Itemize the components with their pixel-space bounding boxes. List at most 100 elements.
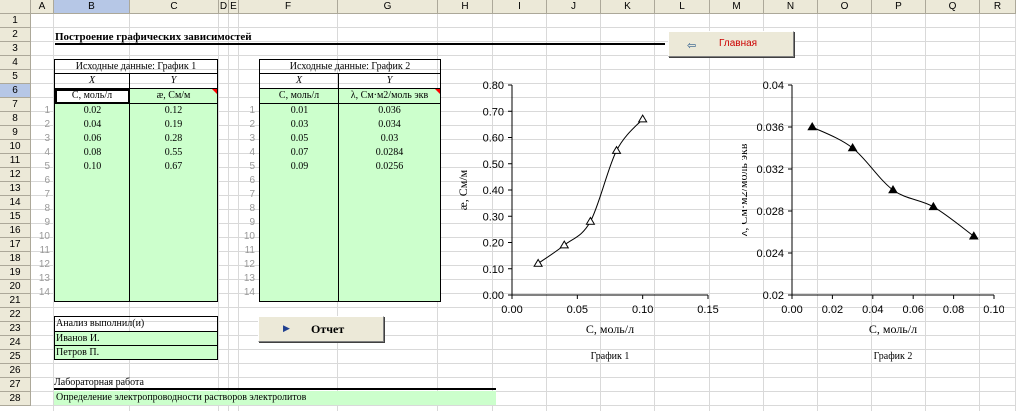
table-x-value[interactable]: 0.04 <box>55 118 130 132</box>
select-all-corner[interactable] <box>0 0 31 14</box>
data-point <box>928 201 939 211</box>
column-header-p[interactable]: P <box>872 0 926 14</box>
table-x-value[interactable]: 0.05 <box>260 132 339 146</box>
column-header-r[interactable]: R <box>980 0 1016 14</box>
author-2[interactable]: Петров П. <box>55 346 217 359</box>
x-tick-label: 0.05 <box>567 304 588 316</box>
table-x-value[interactable]: 0.09 <box>260 160 339 174</box>
row-header-28[interactable]: 28 <box>0 392 31 406</box>
row-header-7[interactable]: 7 <box>0 98 31 112</box>
row-index: 4 <box>44 147 50 158</box>
table-x-value[interactable]: 0.02 <box>55 104 130 118</box>
row-header-15[interactable]: 15 <box>0 210 31 224</box>
column-header-i[interactable]: I <box>493 0 547 14</box>
y-tick-label: 0.60 <box>483 133 504 145</box>
row-header-10[interactable]: 10 <box>0 140 31 154</box>
table-x-value[interactable]: 0.07 <box>260 146 339 160</box>
row-index: 1 <box>44 105 50 116</box>
row-index: 10 <box>38 231 50 242</box>
row-header-2[interactable]: 2 <box>0 28 31 42</box>
row-header-11[interactable]: 11 <box>0 154 31 168</box>
table-y-value[interactable]: 0.67 <box>130 160 217 174</box>
row-header-4[interactable]: 4 <box>0 56 31 70</box>
author-1[interactable]: Иванов И. <box>55 332 217 346</box>
table-y-value[interactable]: 0.03 <box>339 132 440 146</box>
row-header-14[interactable]: 14 <box>0 196 31 210</box>
row-header-6[interactable]: 6 <box>0 84 31 98</box>
y-tick-label: 0.036 <box>756 122 784 134</box>
row-header-17[interactable]: 17 <box>0 238 31 252</box>
row-header-19[interactable]: 19 <box>0 266 31 280</box>
y-tick-label: 0.024 <box>756 248 784 260</box>
main-button[interactable]: ⇦ Главная <box>668 31 794 57</box>
table-y-value[interactable]: 0.28 <box>130 132 217 146</box>
column-header-g[interactable]: G <box>338 0 438 14</box>
column-header-k[interactable]: K <box>601 0 655 14</box>
row-header-26[interactable]: 26 <box>0 364 31 378</box>
row-header-25[interactable]: 25 <box>0 350 31 364</box>
column-header-n[interactable]: N <box>764 0 818 14</box>
column-header-l[interactable]: L <box>655 0 710 14</box>
row-header-21[interactable]: 21 <box>0 294 31 308</box>
table-y-value[interactable]: 0.12 <box>130 104 217 118</box>
table-x-value[interactable]: 0.06 <box>55 132 130 146</box>
data-point <box>847 143 858 152</box>
table-x-value[interactable]: 0.08 <box>55 146 130 160</box>
column-header-m[interactable]: M <box>710 0 764 14</box>
data-point <box>611 145 622 154</box>
column-header-b[interactable]: B <box>54 0 130 14</box>
row-header-27[interactable]: 27 <box>0 378 31 392</box>
x-tick-label: 0.02 <box>822 304 843 316</box>
table-y-value[interactable]: 0.55 <box>130 146 217 160</box>
column-header-o[interactable]: O <box>818 0 872 14</box>
row-index: 13 <box>243 273 255 284</box>
row-header-5[interactable]: 5 <box>0 70 31 84</box>
column-header-e[interactable]: E <box>229 0 239 14</box>
row-header-8[interactable]: 8 <box>0 112 31 126</box>
chart-2[interactable]: 0.02 0.024 0.028 0.032 0.036 0.04 0.00 0.02 0.04… <box>742 70 1004 370</box>
table-y-value[interactable]: 0.19 <box>130 118 217 132</box>
table-x-value[interactable]: 0.03 <box>260 118 339 132</box>
row-header-13[interactable]: 13 <box>0 182 31 196</box>
y-tick-label: 0.50 <box>483 159 504 171</box>
x-tick-label: 0.00 <box>501 304 522 316</box>
row-header-9[interactable]: 9 <box>0 126 31 140</box>
column-header-c[interactable]: C <box>130 0 219 14</box>
column-header-a[interactable]: A <box>31 0 54 14</box>
row-header-1[interactable]: 1 <box>0 14 31 28</box>
row-index: 2 <box>249 119 255 130</box>
row-header-16[interactable]: 16 <box>0 224 31 238</box>
row-header-20[interactable]: 20 <box>0 280 31 294</box>
table2-x-unit[interactable]: C, моль/л <box>260 89 339 104</box>
row-index: 8 <box>249 203 255 214</box>
table-x-value[interactable]: 0.10 <box>55 160 130 174</box>
row-index: 14 <box>38 287 50 298</box>
table-y-value[interactable]: 0.036 <box>339 104 440 118</box>
row-header-24[interactable]: 24 <box>0 336 31 350</box>
report-button[interactable]: ▶ Отчет <box>258 316 384 342</box>
row-header-23[interactable]: 23 <box>0 322 31 336</box>
table-y-value[interactable]: 0.0256 <box>339 160 440 174</box>
table-y-value[interactable]: 0.034 <box>339 118 440 132</box>
column-header-h[interactable]: H <box>438 0 493 14</box>
grid-line <box>238 14 239 411</box>
authors-block: Анализ выполнил(и) Иванов И. Петров П. <box>54 316 218 360</box>
row-header-22[interactable]: 22 <box>0 308 31 322</box>
column-header-j[interactable]: J <box>547 0 601 14</box>
chart-1[interactable]: 0.00 0.10 0.20 0.30 0.40 0.50 0.60 0.70 0.80 0.00… <box>455 70 725 370</box>
table1-x-unit[interactable]: C, моль/л <box>55 89 130 104</box>
table2-y-unit[interactable]: λ, См·м2/моль экв <box>339 89 440 104</box>
row-header-3[interactable]: 3 <box>0 42 31 56</box>
column-header-q[interactable]: Q <box>926 0 980 14</box>
column-header-f[interactable]: F <box>239 0 338 14</box>
row-header-12[interactable]: 12 <box>0 168 31 182</box>
table1-y-unit[interactable]: æ, См/м <box>130 89 217 104</box>
report-button-label: Отчет <box>311 322 345 336</box>
lab-topic[interactable]: Определение электропроводности растворов… <box>54 391 496 405</box>
table-x-value[interactable]: 0.01 <box>260 104 339 118</box>
column-header-d[interactable]: D <box>219 0 229 14</box>
row-header-18[interactable]: 18 <box>0 252 31 266</box>
arrow-left-icon: ⇦ <box>687 40 697 52</box>
row-index: 5 <box>249 161 255 172</box>
table-y-value[interactable]: 0.0284 <box>339 146 440 160</box>
